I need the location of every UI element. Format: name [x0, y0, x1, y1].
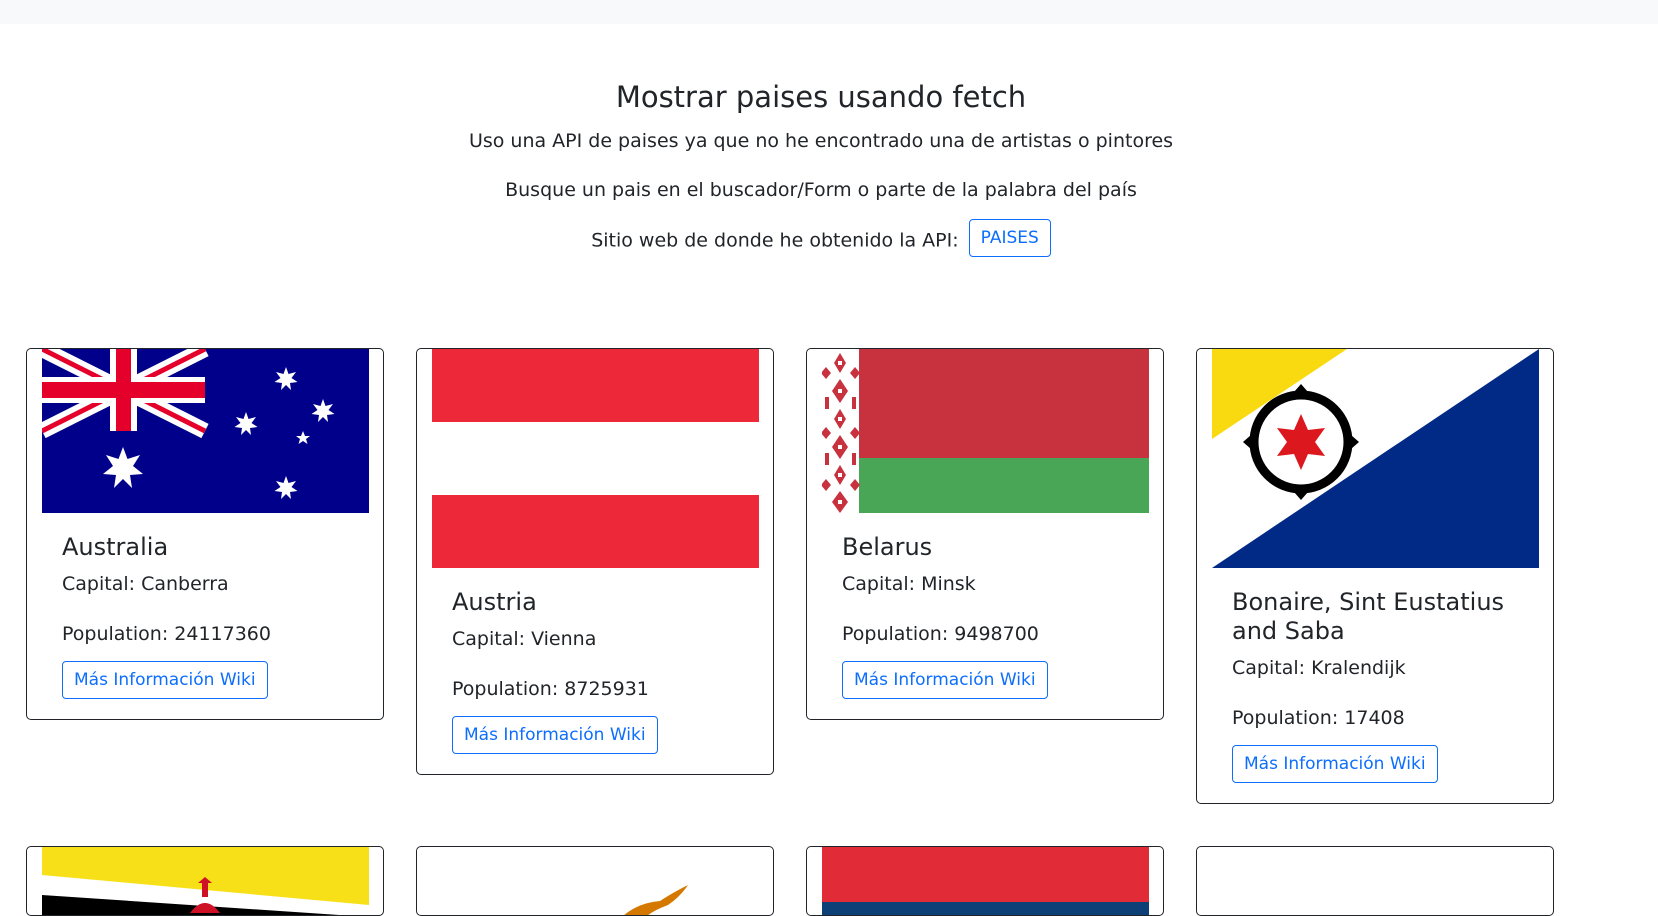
country-card-austria: Austria Capital: Vienna Population: 8725…: [416, 348, 774, 775]
wiki-info-button[interactable]: Más Información Wiki: [1232, 744, 1438, 783]
page-title: Mostrar paises usando fetch: [615, 80, 1027, 114]
cyprus-flag-image: [431, 847, 759, 915]
country-card-bonaire: Bonaire, Sint Eustatius and Saba Capital…: [1196, 348, 1554, 804]
country-capital: Capital: Vienna: [452, 627, 597, 650]
top-navbar: [0, 0, 1658, 24]
country-population: Population: 9498700: [842, 623, 1039, 646]
api-source-line: Sitio web de donde he obtenido la API: P…: [0, 218, 1642, 257]
country-population: Population: 17408: [1232, 707, 1405, 730]
wiki-info-button[interactable]: Más Información Wiki: [452, 715, 658, 754]
serbia-flag-image: [821, 847, 1149, 915]
country-card-cyprus: [416, 846, 774, 916]
australia-flag-image: [41, 349, 369, 513]
api-source-text: Sitio web de donde he obtenido la API:: [591, 229, 959, 252]
country-card-belarus: Belarus Capital: Minsk Population: 94987…: [806, 348, 1164, 720]
brunei-flag-image: [41, 847, 369, 915]
search-instructions: Busque un pais en el buscador/Form o par…: [505, 179, 1137, 202]
api-source-button[interactable]: PAISES: [968, 218, 1051, 257]
country-population: Population: 8725931: [452, 678, 649, 701]
country-card-serbia: [806, 846, 1164, 916]
wiki-info-button[interactable]: Más Información Wiki: [842, 660, 1048, 699]
country-card-australia: Australia Capital: Canberra Population: …: [26, 348, 384, 720]
austria-flag-image: [431, 349, 759, 568]
country-card-blank: [1196, 846, 1554, 916]
country-capital: Capital: Minsk: [842, 572, 976, 595]
country-name: Austria: [452, 588, 537, 616]
belarus-flag-image: [821, 349, 1149, 513]
bonaire-flag-image: [1211, 349, 1539, 568]
country-card-brunei: [26, 846, 384, 916]
country-name: Bonaire, Sint Eustatius and Saba: [1232, 588, 1505, 645]
country-name: Australia: [62, 533, 169, 561]
country-name: Belarus: [842, 533, 933, 561]
country-population: Population: 24117360: [62, 623, 271, 646]
country-capital: Capital: Kralendijk: [1232, 656, 1406, 679]
page-header: Mostrar paises usando fetch Uso una API …: [0, 80, 1642, 257]
country-capital: Capital: Canberra: [62, 572, 229, 595]
page-subtitle: Uso una API de paises ya que no he encon…: [468, 129, 1174, 152]
wiki-info-button[interactable]: Más Información Wiki: [62, 660, 268, 699]
flag-placeholder: [1211, 847, 1539, 915]
